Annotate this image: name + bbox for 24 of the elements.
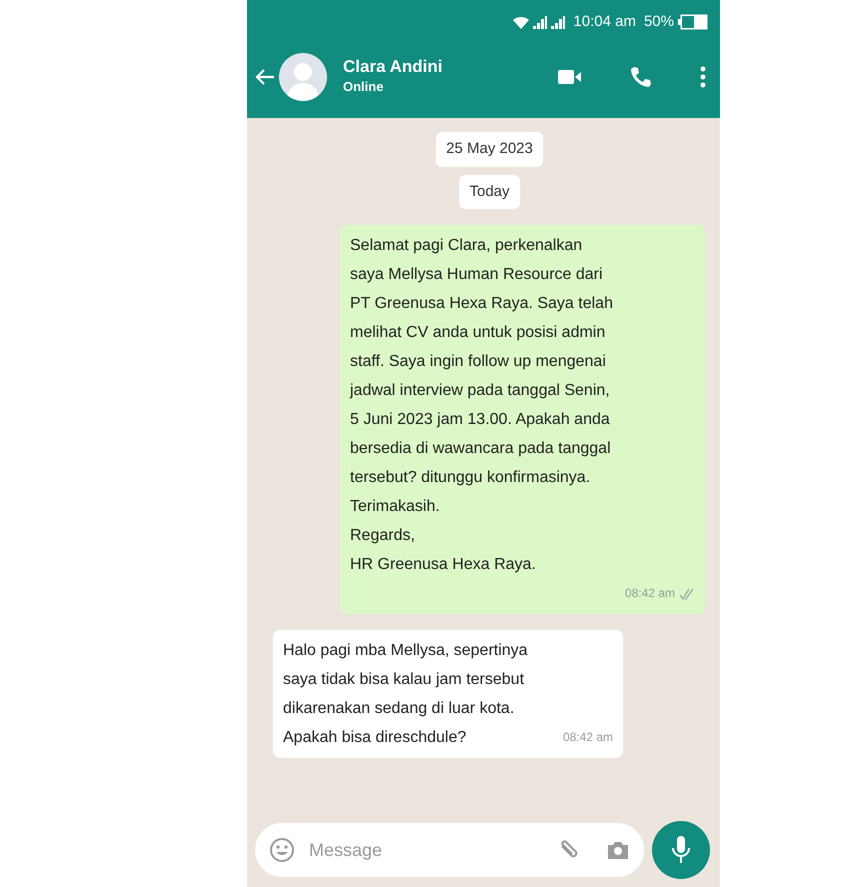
date-chip: 25 May 2023 [436, 132, 543, 166]
date-chip: Today [459, 174, 520, 209]
signal-icon [551, 16, 566, 28]
clock-time: 10:04 am [573, 12, 636, 32]
wifi-icon [513, 16, 530, 28]
message-input[interactable]: Message [307, 836, 550, 864]
emoji-icon[interactable] [269, 837, 295, 863]
camera-icon[interactable] [606, 840, 630, 860]
menu-icon[interactable] [700, 66, 706, 88]
message-text: Selamat pagi Clara, perkenalkan saya Mellysa Human Resource dari PT Greenusa Hexa Raya. Saya telah melihat CV anda untuk posisi admin staff. Saya ingin follow up mengenai jadwal interview pada tanggal Senin, 5 Juni 2023 jam 13.00. Apakah anda bersedia di wawancara pada tanggal tersebut? ditunggu konfirmasinya. Terimakasih. Regards, HR Greenusa Hexa Raya. [350, 236, 613, 575]
signal-icon [533, 16, 548, 28]
message-time: 08:42 am [624, 585, 675, 602]
contact-name: Clara Andini [343, 57, 442, 78]
battery-icon [678, 14, 708, 30]
microphone-icon [672, 836, 690, 864]
message-text: Halo pagi mba Mellysa, sepertinya saya tidak bisa kalau jam tersebut dikarenakan sedang di luar kota. Apakah bisa direschdule? [283, 641, 528, 748]
message-time: 08:42 am [562, 729, 613, 746]
avatar-icon[interactable] [279, 53, 327, 101]
video-call-icon[interactable] [558, 69, 582, 85]
phone-call-icon[interactable] [630, 66, 652, 88]
message-field[interactable]: Message [255, 823, 644, 877]
battery-percent: 50% [644, 12, 674, 32]
back-arrow-icon[interactable] [255, 68, 275, 86]
presence-status: Online [343, 78, 384, 96]
